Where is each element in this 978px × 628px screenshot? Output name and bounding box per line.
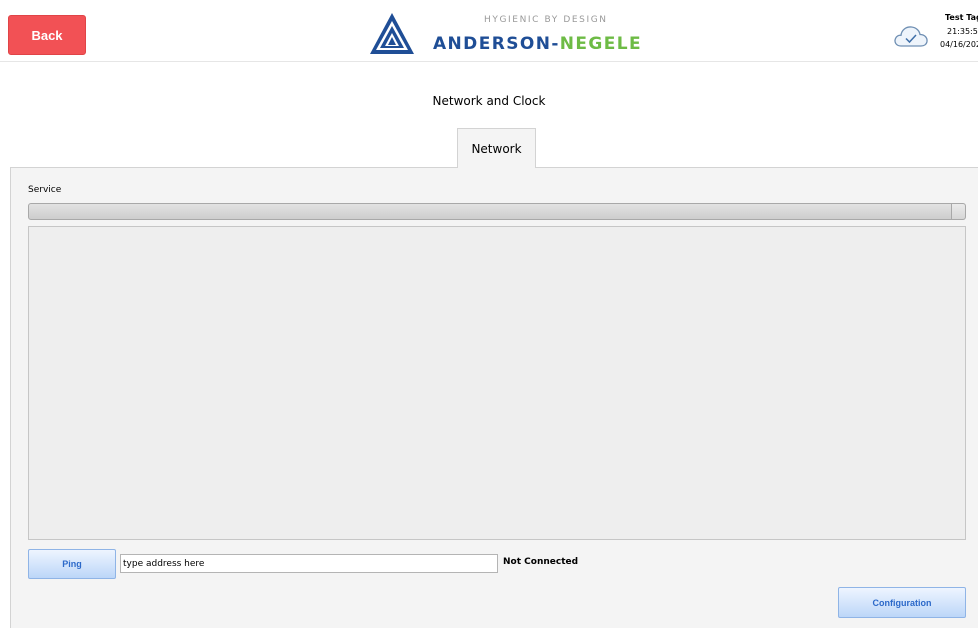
logo-wordmark-part1: ANDERSON-	[433, 34, 560, 54]
dropdown-arrow-icon[interactable]	[951, 204, 965, 219]
tag-name: Test Tag	[945, 13, 978, 22]
service-label: Service	[28, 185, 62, 195]
service-dropdown[interactable]	[28, 203, 966, 220]
logo-wordmark-part2: NEGELE	[559, 34, 643, 54]
clock-time: 21:35:54	[947, 27, 978, 36]
back-button[interactable]: Back	[8, 15, 86, 55]
connection-status: Not Connected	[503, 557, 579, 567]
header-bar: Back HYGIENIC BY DESIGN ANDERSON-NEGELE …	[0, 0, 978, 62]
anderson-negele-logo-icon	[370, 13, 414, 54]
tab-network[interactable]: Network	[457, 128, 536, 168]
logo-tagline: HYGIENIC BY DESIGN	[484, 15, 608, 25]
configuration-button[interactable]: Configuration	[838, 587, 966, 618]
service-details-list[interactable]	[28, 226, 966, 540]
logo-wordmark: ANDERSON-NEGELE	[433, 34, 642, 54]
ping-address-input[interactable]	[120, 554, 498, 573]
ping-button[interactable]: Ping	[28, 549, 116, 579]
clock-date: 04/16/202	[940, 40, 978, 49]
page-title: Network and Clock	[432, 94, 546, 108]
cloud-check-icon	[894, 26, 928, 47]
